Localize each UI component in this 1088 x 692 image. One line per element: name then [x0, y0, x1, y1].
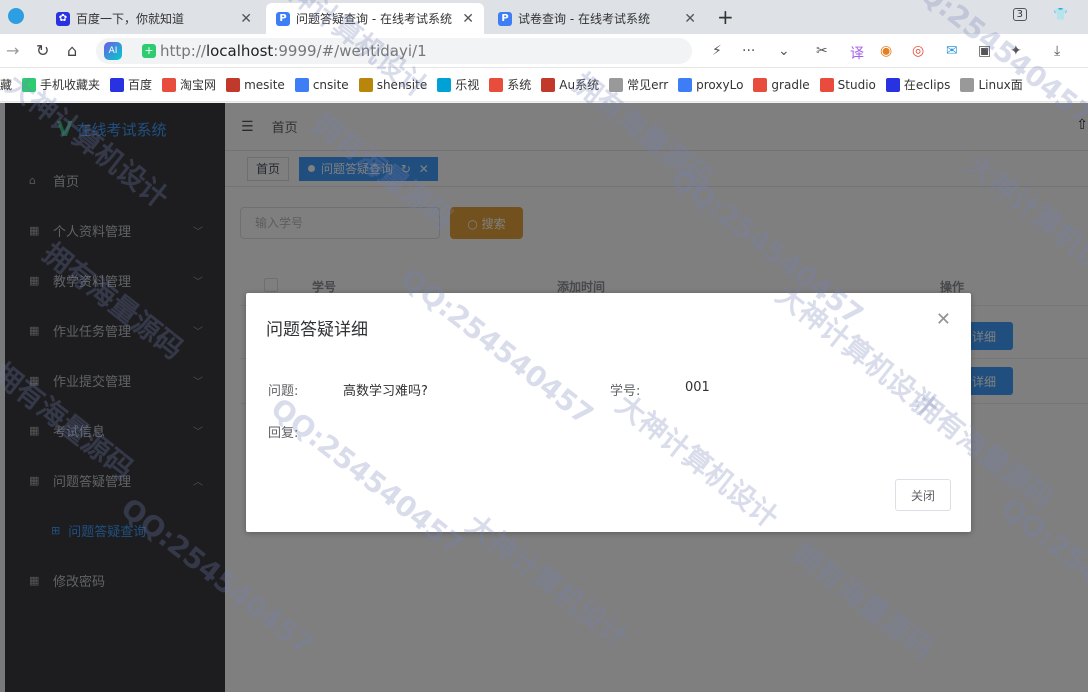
bookmark-item[interactable]: 手机收藏夹	[22, 76, 100, 93]
student-id-label: 学号:	[610, 384, 641, 399]
telegram-icon[interactable]	[8, 8, 24, 24]
extensions-icon[interactable]: ✦	[1010, 43, 1022, 59]
bookmark-item[interactable]: 百度	[110, 76, 152, 93]
tab-count-badge[interactable]: 3	[1012, 7, 1028, 21]
p-logo-icon: P	[276, 11, 290, 26]
ai-icon[interactable]: AI	[104, 42, 122, 60]
bookmark-label: Linux面	[978, 78, 1023, 92]
bookmark-label: 乐视	[455, 78, 480, 92]
bookmark-label: 百度	[128, 78, 153, 92]
url-host: http://	[160, 42, 206, 60]
qa-detail-dialog: 问题答疑详细 ✕ 问题: 高数学习难吗? 学号: 001 回复: 关闭	[246, 293, 971, 532]
back-icon[interactable]: →	[6, 41, 19, 60]
close-icon[interactable]: ✕	[462, 11, 474, 27]
game-icon[interactable]: ◉	[880, 43, 892, 59]
close-icon[interactable]: ✕	[240, 11, 252, 27]
bookmark-label: 系统	[507, 78, 532, 92]
bookmark-item[interactable]: cnsite	[294, 77, 349, 92]
bookmark-favicon-icon	[541, 77, 556, 92]
close-icon[interactable]: ✕	[684, 11, 696, 27]
address-bar: → ↻ ⌂ AI + http://localhost:9999/#/wenti…	[0, 34, 1088, 68]
bookmark-favicon-icon	[22, 77, 37, 92]
bookmark-label: 藏	[0, 78, 13, 92]
bookmark-item[interactable]: mesite	[226, 77, 285, 92]
weibo-icon[interactable]: ◎	[912, 43, 924, 59]
bookmark-item[interactable]: proxyLo	[678, 77, 744, 92]
question-label: 问题:	[268, 384, 299, 399]
tab-label: 试卷查询 - 在线考试系统	[518, 12, 650, 26]
student-id-value: 001	[685, 380, 710, 395]
bookmark-favicon-icon	[110, 77, 125, 92]
chevron-down-icon[interactable]: ⌄	[778, 43, 790, 59]
bookmarks-bar: 藏 手机收藏夹 百度 淘宝网 mesite cnsite shensite 乐视 系统 Au系统 常…	[0, 68, 1088, 102]
p-logo-icon: P	[498, 11, 512, 26]
tab-label: 问题答疑查询 - 在线考试系统	[296, 12, 452, 26]
tab-bar-right: 3 👕	[1012, 0, 1068, 28]
mail-icon[interactable]: ✉	[946, 43, 958, 59]
bookmark-item[interactable]: gradle	[753, 77, 810, 92]
translate-icon[interactable]: 译	[850, 43, 864, 63]
download-icon[interactable]: ⤓	[1054, 43, 1060, 59]
close-button[interactable]: 关闭	[895, 479, 951, 511]
baidu-paw-icon: ✿	[56, 11, 70, 26]
bookmark-favicon-icon	[753, 77, 768, 92]
bookmark-favicon-icon	[489, 77, 504, 92]
bookmark-favicon-icon	[885, 77, 900, 92]
bookmark-item[interactable]: 藏	[0, 76, 12, 93]
lightning-icon[interactable]: ⚡	[712, 43, 722, 59]
tab-shijuan[interactable]: P 试卷查询 - 在线考试系统 ✕	[488, 3, 706, 34]
tab-baidu[interactable]: ✿ 百度一下，你就知道 ✕	[46, 3, 262, 34]
more-icon[interactable]: ···	[742, 43, 755, 59]
bookmark-item[interactable]: Studio	[819, 77, 876, 92]
url-text: http://localhost:9999/#/wentidayi/1	[160, 42, 427, 60]
bookmark-favicon-icon	[960, 77, 975, 92]
bookmark-label: mesite	[244, 77, 285, 92]
bookmark-favicon-icon	[358, 77, 373, 92]
bookmark-label: 常见err	[627, 78, 669, 92]
bookmark-label: 在eclips	[903, 78, 951, 92]
reload-icon[interactable]: ↻	[36, 41, 49, 60]
bookmark-item[interactable]: 系统	[489, 76, 531, 93]
bookmark-label: shensite	[376, 77, 428, 92]
browser-tab-bar: ✿ 百度一下，你就知道 ✕ P 问题答疑查询 - 在线考试系统 ✕ P 试卷查询…	[0, 0, 1088, 34]
dialog-title: 问题答疑详细	[266, 320, 368, 340]
url-rest: :9999/#/wentidayi/1	[273, 42, 427, 60]
bookmark-label: Studio	[837, 77, 876, 92]
bookmark-item[interactable]: Linux面	[960, 76, 1023, 93]
bookmark-favicon-icon	[226, 77, 241, 92]
scissors-icon[interactable]: ✂	[816, 43, 828, 59]
bookmark-item[interactable]: 淘宝网	[162, 76, 216, 93]
bookmark-favicon-icon	[294, 77, 309, 92]
bookmark-item[interactable]: shensite	[358, 77, 428, 92]
bookmark-favicon-icon	[162, 77, 177, 92]
reply-label: 回复:	[268, 426, 299, 441]
close-icon[interactable]: ✕	[936, 309, 951, 330]
bookmark-item[interactable]: 乐视	[437, 76, 479, 93]
bookmark-label: cnsite	[312, 77, 349, 92]
home-icon[interactable]: ⌂	[67, 41, 77, 60]
reader-icon[interactable]: ▣	[978, 43, 991, 59]
bookmark-label: 淘宝网	[180, 78, 217, 92]
bookmark-item[interactable]: 常见err	[609, 76, 668, 93]
question-value: 高数学习难吗?	[343, 384, 428, 399]
bookmark-favicon-icon	[609, 77, 624, 92]
security-shield-icon[interactable]: +	[142, 44, 156, 58]
tab-label: 百度一下，你就知道	[76, 12, 185, 26]
bookmark-label: 手机收藏夹	[40, 78, 101, 92]
shirt-icon[interactable]: 👕	[1053, 7, 1068, 21]
bookmark-item[interactable]: Au系统	[541, 76, 599, 93]
url-input[interactable]: AI + http://localhost:9999/#/wentidayi/1	[96, 38, 692, 64]
bookmark-favicon-icon	[819, 77, 834, 92]
bookmark-favicon-icon	[437, 77, 452, 92]
bookmark-label: proxyLo	[696, 77, 744, 92]
tab-wentidayi[interactable]: P 问题答疑查询 - 在线考试系统 ✕	[266, 3, 484, 34]
bookmark-label: gradle	[771, 77, 810, 92]
new-tab-icon[interactable]: +	[717, 5, 734, 29]
bookmark-item[interactable]: 在eclips	[885, 76, 951, 93]
url-domain: localhost	[205, 42, 274, 60]
bookmark-label: Au系统	[559, 78, 600, 92]
bookmark-favicon-icon	[678, 77, 693, 92]
